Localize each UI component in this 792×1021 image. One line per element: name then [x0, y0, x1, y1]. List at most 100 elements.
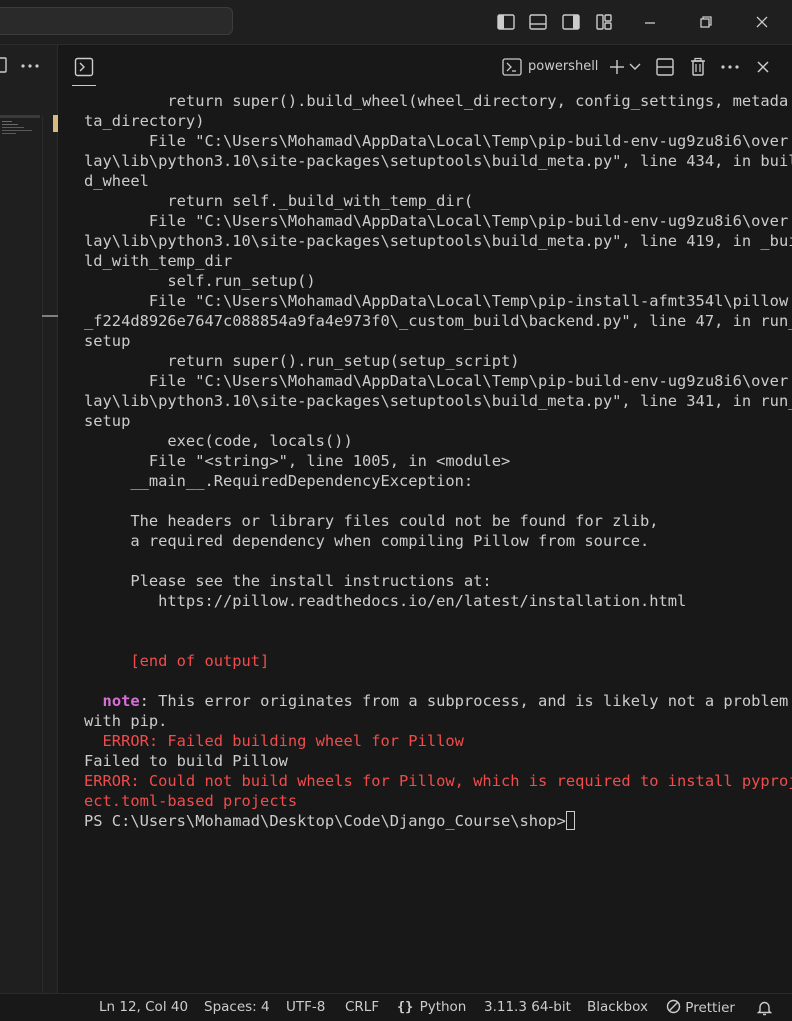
- terminal-line-text: ld_with_temp_dir: [84, 252, 233, 270]
- terminal-line: setup: [84, 411, 784, 431]
- panel-header: powershell: [58, 45, 792, 89]
- terminal-line: File "C:\Users\Mohamad\AppData\Local\Tem…: [84, 131, 788, 151]
- terminal-line-text: setup: [84, 412, 131, 430]
- terminal-line: self.run_setup(): [84, 271, 784, 291]
- terminal-line-text: File "C:\Users\Mohamad\AppData\Local\Tem…: [84, 132, 789, 150]
- terminal-line-text: lay\lib\python3.10\site-packages\setupto…: [84, 392, 792, 410]
- terminal-panel: powershell return super().build_wheel(wh…: [58, 45, 792, 993]
- prettier-status[interactable]: Prettier: [666, 999, 735, 1016]
- terminal-line: ld_with_temp_dir: [84, 251, 784, 271]
- terminal-line: [end of output]: [84, 651, 784, 671]
- terminal-line: exec(code, locals()): [84, 431, 784, 451]
- terminal-line: ERROR: Failed building wheel for Pillow: [84, 731, 784, 751]
- terminal-line-text: return super().build_wheel(wheel_directo…: [84, 92, 789, 110]
- terminal-line-text: ERROR: Failed building wheel for Pillow: [84, 732, 464, 750]
- more-actions-icon[interactable]: [20, 63, 40, 69]
- terminal-line-text: https://pillow.readthedocs.io/en/latest/…: [84, 592, 687, 610]
- minimize-icon[interactable]: [640, 12, 660, 32]
- terminal-line: with pip.: [84, 711, 784, 731]
- title-bar: [0, 0, 792, 45]
- terminal-line: File "C:\Users\Mohamad\AppData\Local\Tem…: [84, 211, 788, 231]
- terminal-line-text: [end of output]: [84, 652, 270, 670]
- toggle-panel-icon[interactable]: [528, 12, 548, 32]
- terminal-line-text: with pip.: [84, 712, 168, 730]
- close-panel-icon[interactable]: [754, 58, 772, 76]
- terminal-line: setup: [84, 331, 784, 351]
- cursor-position[interactable]: Ln 12, Col 40: [99, 999, 188, 1015]
- customize-layout-icon[interactable]: [594, 12, 614, 32]
- terminal-line: return super().run_setup(setup_script): [84, 351, 784, 371]
- toggle-primary-sidebar-icon[interactable]: [496, 12, 516, 32]
- blackbox-status[interactable]: Blackbox: [587, 999, 648, 1015]
- bell-icon[interactable]: [756, 999, 773, 1016]
- terminal-line-text: ERROR: Could not build wheels for Pillow…: [84, 772, 792, 790]
- powershell-icon: [502, 58, 522, 76]
- terminal-line: lay\lib\python3.10\site-packages\setupto…: [84, 231, 792, 251]
- terminal-line-text: ta_directory): [84, 112, 205, 130]
- language-label: Python: [419, 999, 467, 1015]
- new-terminal-icon[interactable]: [607, 57, 627, 77]
- terminal-line-text: Failed to build Pillow: [84, 752, 288, 770]
- terminal-line-text: exec(code, locals()): [84, 432, 353, 450]
- prohibited-icon: [666, 999, 681, 1014]
- terminal-line-text: File "<string>", line 1005, in <module>: [84, 452, 511, 470]
- terminal-line: return self._build_with_temp_dir(: [84, 191, 784, 211]
- terminal-line: ta_directory): [84, 111, 784, 131]
- terminal-line: ect.toml-based projects: [84, 791, 784, 811]
- terminal-view-icon[interactable]: [74, 57, 94, 77]
- terminal-line: lay\lib\python3.10\site-packages\setupto…: [84, 391, 792, 411]
- close-window-icon[interactable]: [752, 12, 772, 32]
- minimap[interactable]: [0, 115, 43, 993]
- terminal-line: File "<string>", line 1005, in <module>: [84, 451, 784, 471]
- terminal-line-text: File "C:\Users\Mohamad\AppData\Local\Tem…: [84, 292, 789, 310]
- braces-icon: {}: [397, 999, 414, 1015]
- trash-icon[interactable]: [688, 57, 708, 77]
- terminal-output[interactable]: return super().build_wheel(wheel_directo…: [84, 91, 792, 831]
- more-actions-icon[interactable]: [720, 64, 740, 70]
- terminal-line: _f224d8926e7647c088854a9fa4e973f0\_custo…: [84, 311, 792, 331]
- terminal-line: File "C:\Users\Mohamad\AppData\Local\Tem…: [84, 291, 788, 311]
- command-center-search[interactable]: [0, 7, 233, 35]
- restore-icon[interactable]: [696, 12, 716, 32]
- terminal-line: PS C:\Users\Mohamad\Desktop\Code\Django_…: [84, 811, 784, 831]
- python-interpreter[interactable]: 3.11.3 64-bit: [484, 999, 571, 1015]
- encoding[interactable]: UTF-8: [286, 999, 325, 1015]
- terminal-cursor: [565, 811, 575, 830]
- terminal-line-text: return self._build_with_temp_dir(: [84, 192, 474, 210]
- terminal-line-text: Please see the install instructions at:: [84, 572, 492, 590]
- terminal-line-text: ect.toml-based projects: [84, 792, 298, 810]
- terminal-line-text: d_wheel: [84, 172, 149, 190]
- chevron-down-icon[interactable]: [628, 60, 642, 74]
- terminal-active-underline: [72, 85, 96, 86]
- indentation[interactable]: Spaces: 4: [204, 999, 270, 1015]
- terminal-line-text: return super().run_setup(setup_script): [84, 352, 520, 370]
- terminal-line-text: The headers or library files could not b…: [84, 512, 659, 530]
- end-of-line[interactable]: CRLF: [345, 999, 379, 1015]
- terminal-line: note: This error originates from a subpr…: [84, 691, 789, 711]
- split-editor-icon[interactable]: [0, 57, 8, 73]
- editor-scrollbar-thumb[interactable]: [42, 315, 58, 317]
- terminal-line-text: lay\lib\python3.10\site-packages\setupto…: [84, 152, 792, 170]
- terminal-line: __main__.RequiredDependencyException:: [84, 471, 784, 491]
- terminal-line-text: self.run_setup(): [84, 272, 316, 290]
- terminal-line-text: __main__.RequiredDependencyException:: [84, 472, 474, 490]
- terminal-line: File "C:\Users\Mohamad\AppData\Local\Tem…: [84, 371, 788, 391]
- note-keyword: note: [102, 692, 140, 710]
- terminal-line-text: a required dependency when compiling Pil…: [84, 532, 650, 550]
- terminal-line: ERROR: Could not build wheels for Pillow…: [84, 771, 792, 791]
- toggle-secondary-sidebar-icon[interactable]: [561, 12, 581, 32]
- terminal-line: d_wheel: [84, 171, 784, 191]
- terminal-line-text: lay\lib\python3.10\site-packages\setupto…: [84, 232, 792, 250]
- terminal-line: a required dependency when compiling Pil…: [84, 531, 784, 551]
- terminal-line: The headers or library files could not b…: [84, 511, 784, 531]
- terminal-line-text: _f224d8926e7647c088854a9fa4e973f0\_custo…: [84, 312, 792, 330]
- terminal-line: return super().build_wheel(wheel_directo…: [84, 91, 788, 111]
- terminal-line: Please see the install instructions at:: [84, 571, 784, 591]
- language-mode[interactable]: {} Python: [397, 999, 466, 1015]
- split-terminal-icon[interactable]: [655, 57, 675, 77]
- terminal-line-text: PS C:\Users\Mohamad\Desktop\Code\Django_…: [84, 812, 566, 830]
